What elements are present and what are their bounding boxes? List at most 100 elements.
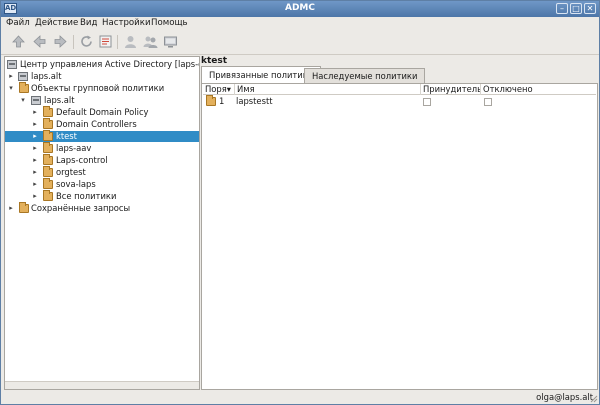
folder-icon bbox=[43, 154, 53, 165]
tree-node-label: sova-laps bbox=[56, 179, 96, 189]
tree-node-orgtest[interactable]: ▸ orgtest bbox=[5, 166, 199, 178]
tree-node-label: Domain Controllers bbox=[56, 119, 137, 129]
tree-node-label: laps.alt bbox=[44, 95, 75, 105]
menu-settings-label: Настройки bbox=[102, 18, 151, 28]
tree-node-label: laps-aav bbox=[56, 143, 92, 153]
tree-node-laps-alt[interactable]: ▸ laps.alt bbox=[5, 71, 199, 82]
title-bar[interactable]: AD ADMC – □ ✕ bbox=[1, 1, 599, 17]
tree-node-root[interactable]: Центр управления Active Directory [laps-… bbox=[5, 59, 199, 70]
gpo-icon bbox=[43, 106, 53, 117]
collapse-arrow-icon[interactable]: ▾ bbox=[7, 84, 15, 93]
menu-file[interactable]: Файл bbox=[6, 18, 30, 28]
status-bar: olga@laps.alt bbox=[1, 390, 599, 404]
sort-down-icon: ▾ bbox=[226, 84, 231, 94]
column-order-label: Поря bbox=[205, 84, 227, 94]
row-name: lapstestt bbox=[236, 96, 273, 106]
folder-icon bbox=[43, 166, 53, 177]
enforced-checkbox[interactable] bbox=[423, 98, 431, 106]
tree-node-label: Laps-control bbox=[56, 155, 108, 165]
disabled-checkbox[interactable] bbox=[484, 98, 492, 106]
menu-help-label: Помощь bbox=[151, 18, 188, 28]
gpo-icon bbox=[206, 95, 216, 106]
tree-node-label: Объекты групповой политики bbox=[31, 83, 165, 93]
admc-window: AD ADMC – □ ✕ Файл Действие Вид Настройк… bbox=[0, 0, 600, 405]
properties-icon[interactable] bbox=[98, 34, 113, 49]
tree-node-gpo-domain[interactable]: ▾ laps.alt bbox=[5, 95, 199, 106]
tab-bar: Привязанные политики Наследуемые политик… bbox=[201, 66, 598, 83]
menu-settings[interactable]: Настройки bbox=[102, 18, 151, 28]
expand-arrow-icon[interactable]: ▸ bbox=[31, 192, 39, 201]
expand-arrow-icon[interactable]: ▸ bbox=[31, 120, 39, 129]
folder-icon bbox=[19, 202, 29, 213]
tree-node-label: Все политики bbox=[56, 191, 117, 201]
domain-icon bbox=[7, 60, 17, 69]
tree-node-label: Default Domain Policy bbox=[56, 107, 149, 117]
computer-icon[interactable] bbox=[163, 34, 178, 49]
folder-icon bbox=[19, 82, 29, 93]
menu-view-label: Вид bbox=[80, 18, 98, 28]
back-arrow-icon[interactable] bbox=[32, 34, 47, 49]
current-user: olga@laps.alt bbox=[536, 392, 593, 402]
folder-icon bbox=[43, 130, 53, 141]
domain-icon bbox=[18, 72, 28, 81]
folder-icon bbox=[43, 142, 53, 153]
tree-node-sova-laps[interactable]: ▸ sova-laps bbox=[5, 178, 199, 190]
domain-icon bbox=[31, 96, 41, 105]
forward-arrow-icon[interactable] bbox=[53, 34, 68, 49]
policies-table: Поря▾ Имя Принудительно Отключено 1 laps… bbox=[201, 83, 598, 390]
window-title: ADMC bbox=[285, 3, 315, 13]
table-header: Поря▾ Имя Принудительно Отключено bbox=[203, 84, 596, 95]
console-tree[interactable]: Центр управления Active Directory [laps-… bbox=[4, 56, 200, 390]
minimize-icon[interactable]: – bbox=[556, 3, 568, 14]
tree-node-laps-aav[interactable]: ▸ laps-aav bbox=[5, 142, 199, 154]
tree-node-ktest[interactable]: ▸ ktest bbox=[5, 130, 199, 142]
expand-arrow-icon[interactable]: ▸ bbox=[31, 156, 39, 165]
tree-node-saved-queries[interactable]: ▸ Сохранённые запросы bbox=[5, 202, 199, 214]
tree-node-all-policies[interactable]: ▸ Все политики bbox=[5, 190, 199, 202]
close-icon[interactable]: ✕ bbox=[584, 3, 596, 14]
row-order: 1 bbox=[219, 96, 225, 106]
tree-node-label: Сохранённые запросы bbox=[31, 203, 131, 213]
folder-icon bbox=[43, 190, 53, 201]
tree-node-gpo[interactable]: ▾ Объекты групповой политики bbox=[5, 82, 199, 94]
details-pane: ktest Привязанные политики Наследуемые п… bbox=[201, 56, 598, 390]
column-enforced[interactable]: Принудительно bbox=[421, 84, 481, 95]
details-heading: ktest bbox=[201, 56, 228, 66]
menu-bar: Файл Действие Вид Настройки Помощь bbox=[1, 17, 599, 30]
column-name[interactable]: Имя bbox=[235, 84, 421, 95]
horizontal-scrollbar[interactable] bbox=[5, 381, 199, 389]
resize-grip-icon[interactable] bbox=[590, 395, 598, 403]
user-icon[interactable] bbox=[123, 34, 138, 49]
menu-view[interactable]: Вид bbox=[80, 18, 97, 28]
collapse-arrow-icon[interactable]: ▾ bbox=[19, 96, 27, 105]
column-disabled[interactable]: Отключено bbox=[481, 84, 596, 95]
folder-icon bbox=[43, 178, 53, 189]
tree-node-label: orgtest bbox=[56, 167, 86, 177]
tree-node-label: Центр управления Active Directory [laps-… bbox=[20, 59, 199, 69]
expand-arrow-icon[interactable]: ▸ bbox=[31, 144, 39, 153]
up-arrow-icon[interactable] bbox=[11, 34, 26, 49]
folder-icon bbox=[43, 118, 53, 129]
expand-arrow-icon[interactable]: ▸ bbox=[31, 168, 39, 177]
tree-node-default-domain-policy[interactable]: ▸ Default Domain Policy bbox=[5, 106, 199, 118]
expand-arrow-icon[interactable]: ▸ bbox=[7, 204, 15, 213]
menu-action[interactable]: Действие bbox=[35, 18, 78, 28]
maximize-icon[interactable]: □ bbox=[570, 3, 582, 14]
tree-node-domain-controllers[interactable]: ▸ Domain Controllers bbox=[5, 118, 199, 130]
expand-arrow-icon[interactable]: ▸ bbox=[7, 72, 15, 81]
column-order[interactable]: Поря▾ bbox=[203, 84, 235, 95]
menu-file-label: Файл bbox=[6, 18, 30, 28]
tree-node-label: laps.alt bbox=[31, 71, 62, 81]
tree-node-laps-control[interactable]: ▸ Laps-control bbox=[5, 154, 199, 166]
expand-arrow-icon[interactable]: ▸ bbox=[31, 180, 39, 189]
table-row[interactable]: 1 lapstestt bbox=[203, 95, 596, 107]
expand-arrow-icon[interactable]: ▸ bbox=[31, 108, 39, 117]
toolbar-separator bbox=[117, 35, 118, 49]
menu-help[interactable]: Помощь bbox=[151, 18, 188, 28]
users-icon[interactable] bbox=[143, 34, 158, 49]
toolbar bbox=[1, 30, 599, 55]
toolbar-separator bbox=[73, 35, 74, 49]
expand-arrow-icon[interactable]: ▸ bbox=[31, 132, 39, 141]
refresh-icon[interactable] bbox=[79, 34, 94, 49]
tab-inherited-policies[interactable]: Наследуемые политики bbox=[304, 68, 426, 83]
